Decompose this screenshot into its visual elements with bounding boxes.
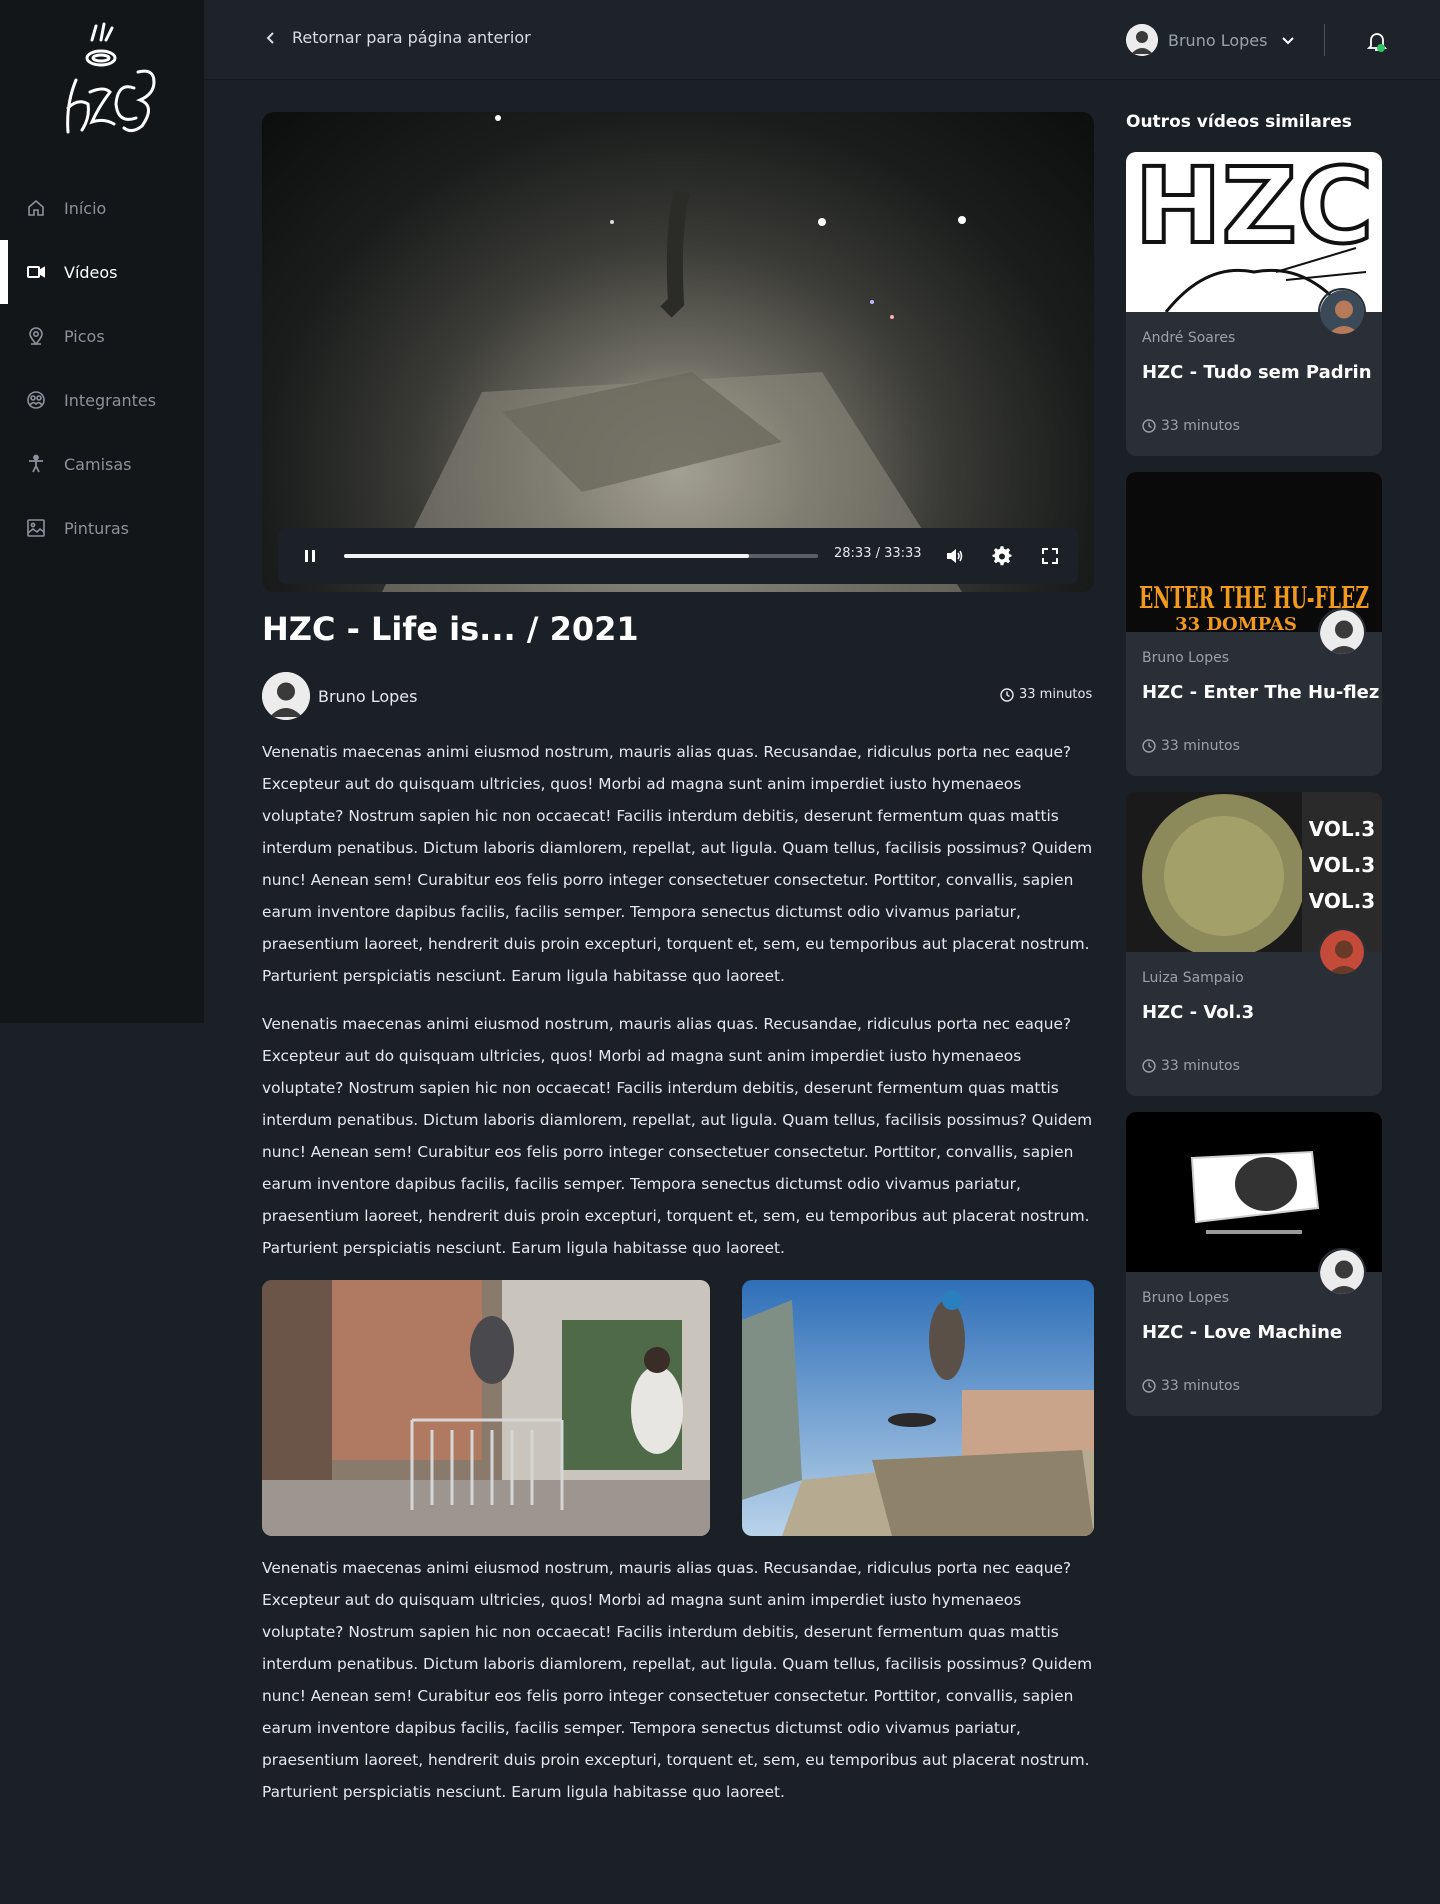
sidebar-item-label: Pinturas (64, 518, 130, 538)
clock-icon (1142, 739, 1156, 753)
video-card[interactable]: ENTER THE HU-FLEZ 33 DOMPAS Bruno Lopes … (1126, 472, 1382, 776)
description-paragraph: Venenatis maecenas animi eiusmod nostrum… (262, 1559, 1093, 1801)
card-duration: 33 minutos (1142, 418, 1240, 434)
player-controls: 28:33 / 33:33 (278, 528, 1078, 584)
volume-icon[interactable] (944, 546, 964, 566)
pause-icon[interactable] (300, 546, 320, 566)
thumbnail-subtext: 33 DOMPAS (1175, 614, 1297, 632)
skate-photo (742, 1280, 1094, 1536)
sidebar-item-label: Início (64, 198, 107, 218)
user-menu[interactable]: Bruno Lopes (1126, 24, 1295, 56)
similar-videos-title: Outros vídeos similares (1126, 112, 1352, 132)
hzc-logo[interactable] (38, 22, 168, 146)
card-title: HZC - Enter The Hu-flez (1142, 682, 1380, 703)
avatar (1318, 928, 1366, 976)
clock-icon (1000, 687, 1014, 702)
card-author: Bruno Lopes (1142, 650, 1230, 666)
group-icon (27, 391, 45, 409)
avatar (1318, 608, 1366, 656)
image-icon (27, 519, 45, 537)
progress-bar[interactable] (344, 554, 818, 558)
description-paragraph: Venenatis maecenas animi eiusmod nostrum… (262, 743, 1093, 985)
video-player[interactable]: 28:33 / 33:33 (262, 112, 1094, 592)
video-author[interactable]: Bruno Lopes (262, 672, 417, 720)
sidebar-item-pinturas[interactable]: Pinturas (0, 496, 204, 560)
avatar (262, 672, 310, 720)
description-paragraph: Venenatis maecenas animi eiusmod nostrum… (262, 1015, 1093, 1257)
card-duration: 33 minutos (1142, 1378, 1240, 1394)
avatar (1318, 288, 1366, 336)
settings-gear-icon[interactable] (992, 546, 1012, 566)
chevron-left-icon (266, 31, 274, 44)
back-link[interactable]: Retornar para página anterior (264, 28, 531, 47)
sidebar: Início Vídeos Picos Integrantes Camisas … (0, 0, 204, 1023)
thumbnail-text: VOL.3 (1309, 817, 1375, 841)
sidebar-item-label: Picos (64, 326, 105, 346)
sidebar-item-integrantes[interactable]: Integrantes (0, 368, 204, 432)
card-title: HZC - Vol.3 (1142, 1002, 1255, 1023)
map-pin-icon (29, 327, 43, 346)
card-title: HZC - Tudo sem Padrin (1142, 362, 1372, 383)
card-author: André Soares (1142, 330, 1236, 346)
avatar (1126, 24, 1158, 56)
video-title: HZC - Life is... / 2021 (262, 610, 639, 648)
top-header: Retornar para página anterior Bruno Lope… (204, 0, 1440, 80)
card-title: HZC - Love Machine (1142, 1322, 1343, 1343)
sidebar-item-label: Camisas (64, 454, 132, 474)
clock-icon (1142, 1059, 1156, 1073)
time-display: 28:33 / 33:33 (834, 546, 922, 561)
thumbnail-text: HZC (1135, 152, 1374, 267)
card-duration: 33 minutos (1142, 1058, 1240, 1074)
progress-fill (344, 554, 750, 558)
video-camera-icon (27, 266, 45, 278)
person-icon (29, 454, 43, 473)
notification-dot (1377, 44, 1385, 52)
clock-icon (1142, 419, 1156, 433)
thumbnail-text-repeat: VOL.3 (1309, 853, 1375, 877)
avatar (1318, 1248, 1366, 1296)
video-author-name: Bruno Lopes (318, 686, 418, 706)
skate-photo (262, 1280, 710, 1536)
clock-icon (1142, 1379, 1156, 1393)
back-link-label: Retornar para página anterior (292, 28, 531, 47)
sidebar-nav: Início Vídeos Picos Integrantes Camisas … (0, 176, 204, 560)
video-card[interactable]: Bruno Lopes HZC - Love Machine 33 minuto… (1126, 1112, 1382, 1416)
sidebar-item-label: Vídeos (64, 262, 118, 282)
duration-text: 33 minutos (1019, 687, 1093, 702)
sidebar-item-camisas[interactable]: Camisas (0, 432, 204, 496)
header-divider (1324, 24, 1325, 56)
card-author: Luiza Sampaio (1142, 970, 1244, 986)
sidebar-item-picos[interactable]: Picos (0, 304, 204, 368)
video-frame (382, 115, 966, 592)
card-author: Bruno Lopes (1142, 1290, 1230, 1306)
video-card[interactable]: HZC André Soares HZC - Tudo sem Padrin 3… (1126, 152, 1382, 456)
home-icon (28, 199, 44, 216)
fullscreen-icon[interactable] (1040, 546, 1060, 566)
video-card[interactable]: VOL.3 VOL.3 VOL.3 Luiza Sampaio HZC - Vo… (1126, 792, 1382, 1096)
sidebar-item-inicio[interactable]: Início (0, 176, 204, 240)
sidebar-item-label: Integrantes (64, 390, 157, 410)
card-duration: 33 minutos (1142, 738, 1240, 754)
sidebar-item-videos[interactable]: Vídeos (0, 240, 204, 304)
chevron-down-icon (1282, 37, 1295, 45)
user-name: Bruno Lopes (1168, 30, 1268, 50)
video-duration: 33 minutos (1000, 687, 1092, 702)
thumbnail-text-repeat: VOL.3 (1309, 889, 1375, 913)
